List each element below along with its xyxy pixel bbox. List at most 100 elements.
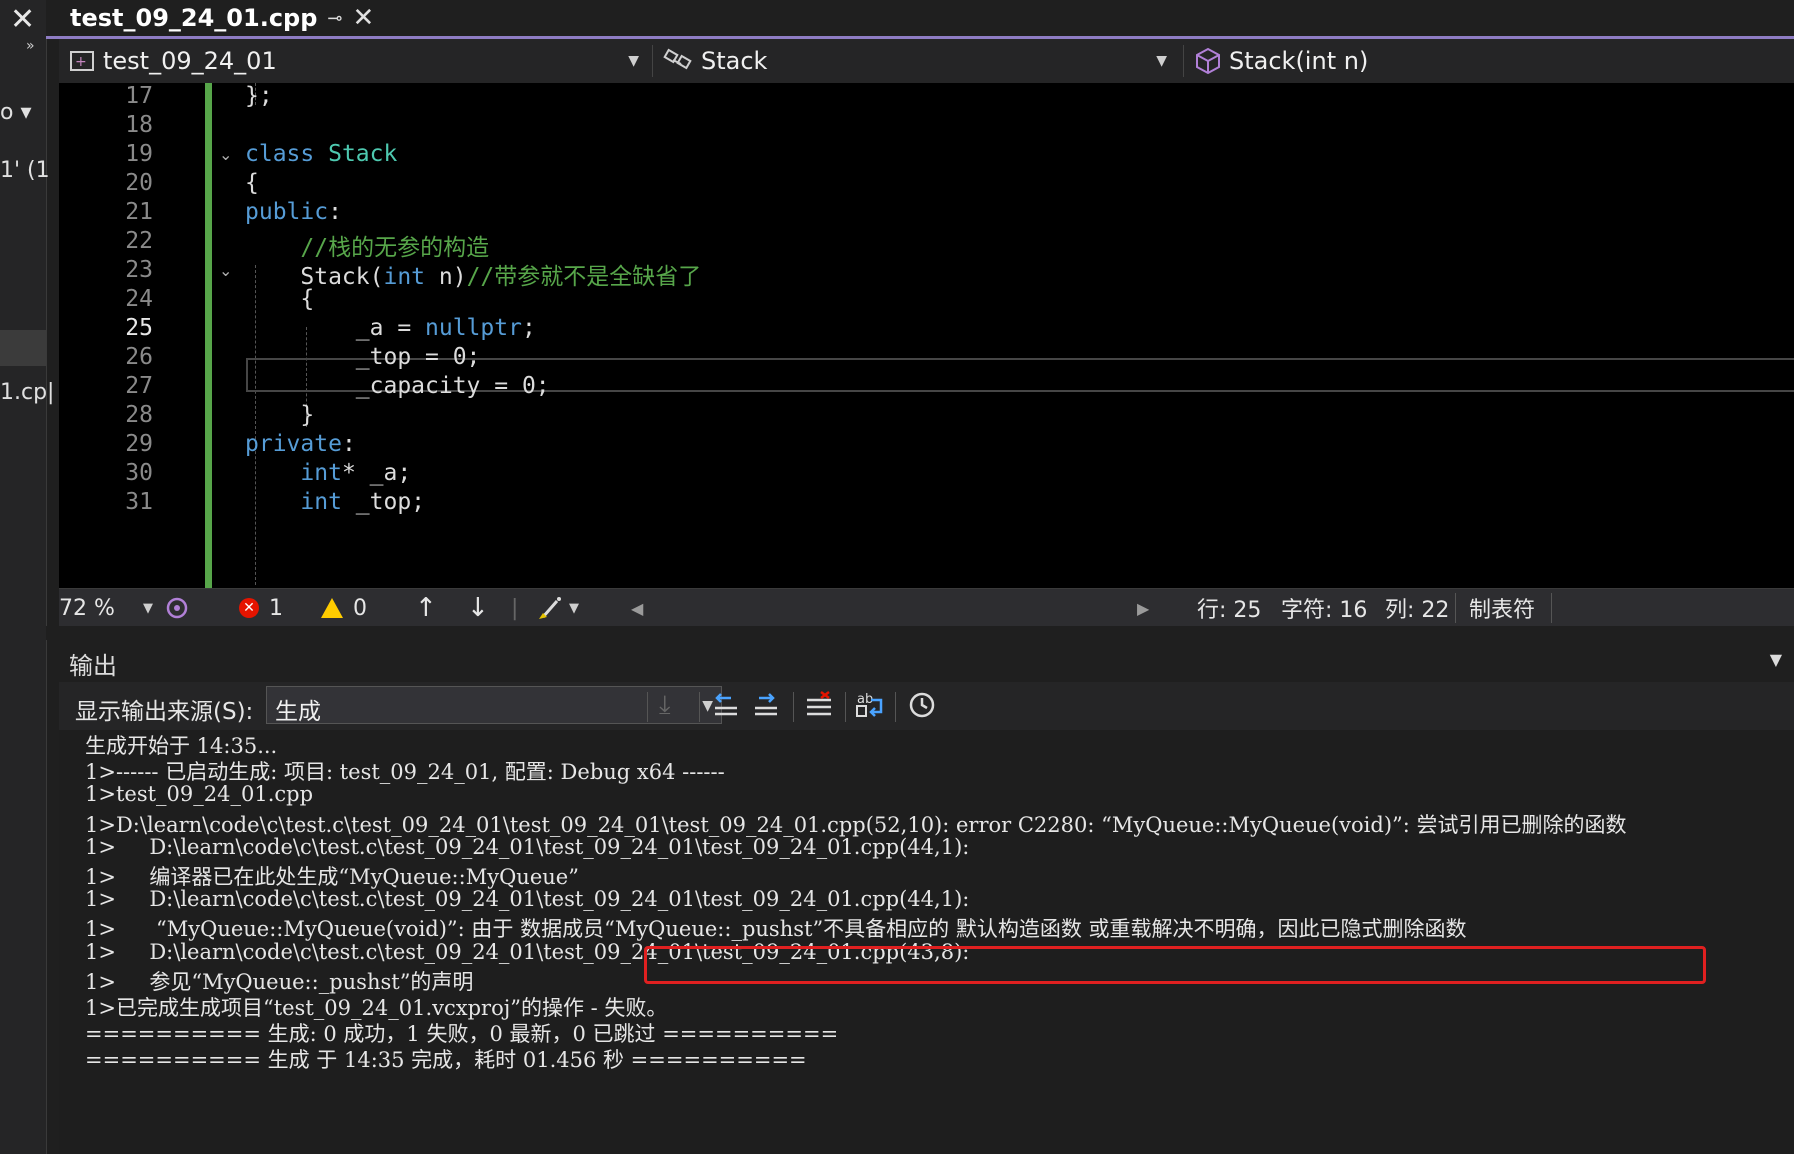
error-count-value: 1 <box>269 595 283 621</box>
output-toolbar: 显示输出来源(S): 生成 ▼ ⤓ ab <box>59 682 1794 730</box>
output-text-area[interactable]: 生成开始于 14:35... 1>------ 已启动生成: 项目: test_0… <box>59 730 1794 1154</box>
code-token: } <box>245 402 315 428</box>
toolbar-divider <box>699 692 700 722</box>
left-panel-text-fragment: 1' (1 <box>0 158 50 183</box>
member-dropdown[interactable]: Stack(int n) <box>1187 39 1787 83</box>
toolbar-divider <box>845 692 846 722</box>
code-token: nullptr <box>425 315 522 341</box>
code-line[interactable]: } <box>245 402 314 428</box>
code-token: _capacity = 0; <box>245 373 550 399</box>
line-number: 27 <box>125 373 153 399</box>
intellicode-icon[interactable] <box>165 589 189 627</box>
error-count[interactable]: ✕ 1 <box>239 589 283 627</box>
code-token: ; <box>521 315 536 341</box>
class-dropdown[interactable]: Stack ▼ <box>657 39 1177 83</box>
svg-text:ab: ab <box>857 692 873 707</box>
status-divider <box>1551 593 1552 623</box>
line-number: 20 <box>125 170 153 196</box>
line-number: 22 <box>125 228 153 254</box>
code-token: }; <box>245 83 273 109</box>
find-next-message-icon[interactable] <box>751 690 781 727</box>
chevron-down-icon[interactable]: ▼ <box>143 601 153 616</box>
line-number: 24 <box>125 286 153 312</box>
output-line: 1>test_09_24_01.cpp <box>85 782 314 807</box>
close-tab-icon[interactable]: ✕ <box>353 3 375 33</box>
pin-icon[interactable]: ⊸ <box>327 8 342 29</box>
code-token: int <box>300 489 342 515</box>
editor-status-bar: 72 % ▼ ✕ 1 0 ↑ ↓ | ▼ ◀ ▶ 行: 25 字符: 16 列:… <box>59 588 1794 627</box>
panel-menu-chevron-icon[interactable]: ▼ <box>1770 650 1782 669</box>
left-panel-dropdown-fragment[interactable]: o ▾ <box>0 100 32 125</box>
code-line[interactable]: private: <box>245 431 356 457</box>
code-line[interactable]: { <box>245 286 314 312</box>
wrap-icon: ab <box>856 692 883 717</box>
code-token: n) <box>425 264 467 290</box>
scroll-left-icon[interactable]: ◀ <box>631 589 643 627</box>
line-number: 23 <box>125 257 153 283</box>
clear-all-icon[interactable] <box>803 690 835 727</box>
go-to-line-icon[interactable]: ⤓ <box>659 690 671 721</box>
code-token: Stack <box>328 141 398 167</box>
code-line[interactable]: class Stack <box>245 141 397 167</box>
member-name: Stack(int n) <box>1229 47 1369 75</box>
code-line[interactable]: }; <box>245 83 273 109</box>
scroll-right-icon[interactable]: ▶ <box>1137 589 1149 627</box>
chevron-down-icon[interactable]: ▼ <box>569 601 579 616</box>
code-token: int <box>383 264 426 290</box>
tab-title: test_09_24_01.cpp <box>70 4 318 32</box>
chevron-down-icon[interactable]: ▼ <box>628 53 639 69</box>
code-line[interactable]: int _top; <box>245 489 425 515</box>
next-message-icon <box>755 693 777 716</box>
chevron-down-icon[interactable]: ▼ <box>1156 53 1167 69</box>
output-line: 1> D:\learn\code\c\test.c\test_09_24_01\… <box>85 887 970 912</box>
warning-count[interactable]: 0 <box>321 589 367 627</box>
output-source-select[interactable]: 生成 ▼ <box>266 686 722 725</box>
line-number: 18 <box>125 112 153 138</box>
previous-issue-arrow-icon[interactable]: ↑ <box>415 589 437 627</box>
code-token: { <box>245 170 259 196</box>
left-panel-file-fragment[interactable]: 1.cp| <box>0 380 54 405</box>
collapse-chevron-icon[interactable]: ⌄ <box>219 145 232 164</box>
line-number: 26 <box>125 344 153 370</box>
error-highlight-box <box>644 946 1706 984</box>
code-line[interactable]: _top = 0; <box>245 344 481 370</box>
nav-divider <box>652 45 653 77</box>
code-line[interactable]: _a = nullptr; <box>245 315 536 341</box>
collapse-chevron-icon[interactable]: ⌄ <box>219 261 232 280</box>
error-icon: ✕ <box>239 598 259 618</box>
warning-count-value: 0 <box>353 595 367 621</box>
left-side-panel: ✕ » o ▾ 1' (1 1.cp| <box>0 0 54 1154</box>
tab-mode-indicator[interactable]: 制表符 <box>1469 589 1535 627</box>
code-token: * _a; <box>341 460 412 486</box>
line-number: 17 <box>125 83 153 109</box>
tab-test-09-24-01-cpp[interactable]: test_09_24_01.cpp ⊸ ✕ <box>60 0 387 36</box>
find-previous-message-icon[interactable] <box>711 690 741 727</box>
zoom-dropdown[interactable]: 72 % ▼ <box>59 589 159 627</box>
line-number: 21 <box>125 199 153 225</box>
line-number-gutter: 17 18 19 20 21 22 23 24 25 26 27 28 29 30 31 <box>59 83 159 588</box>
word-wrap-icon[interactable]: ab <box>855 690 887 727</box>
column-position: 列: 22 <box>1385 598 1450 623</box>
code-line[interactable]: int* _a; <box>245 460 411 486</box>
line-number: 19 <box>125 141 153 167</box>
close-icon[interactable]: ✕ <box>10 2 35 37</box>
code-line[interactable]: { <box>245 170 259 196</box>
left-panel-selected-item[interactable] <box>0 330 46 366</box>
overflow-chevron-icon[interactable]: » <box>26 38 35 54</box>
code-cleanup-brush-icon[interactable]: ▼ <box>537 589 579 627</box>
clock-icon <box>909 692 935 718</box>
code-editor[interactable]: 17 18 19 20 21 22 23 24 25 26 27 28 29 30 31 ⌄ ⌄ }; cla… <box>59 83 1794 588</box>
project-dropdown[interactable]: + test_09_24_01 ▼ <box>59 39 649 83</box>
timestamp-clock-icon[interactable] <box>907 690 937 727</box>
line-number: 25 <box>125 315 153 341</box>
code-token: int <box>300 460 342 486</box>
panel-splitter[interactable] <box>46 626 1794 640</box>
code-line[interactable]: public: <box>245 199 342 225</box>
clear-list-icon <box>807 691 831 716</box>
line-number: 29 <box>125 431 153 457</box>
next-issue-arrow-icon[interactable]: ↓ <box>467 589 489 627</box>
code-line[interactable]: _capacity = 0; <box>245 373 550 399</box>
warning-icon <box>321 598 343 618</box>
prev-message-icon <box>715 693 737 716</box>
